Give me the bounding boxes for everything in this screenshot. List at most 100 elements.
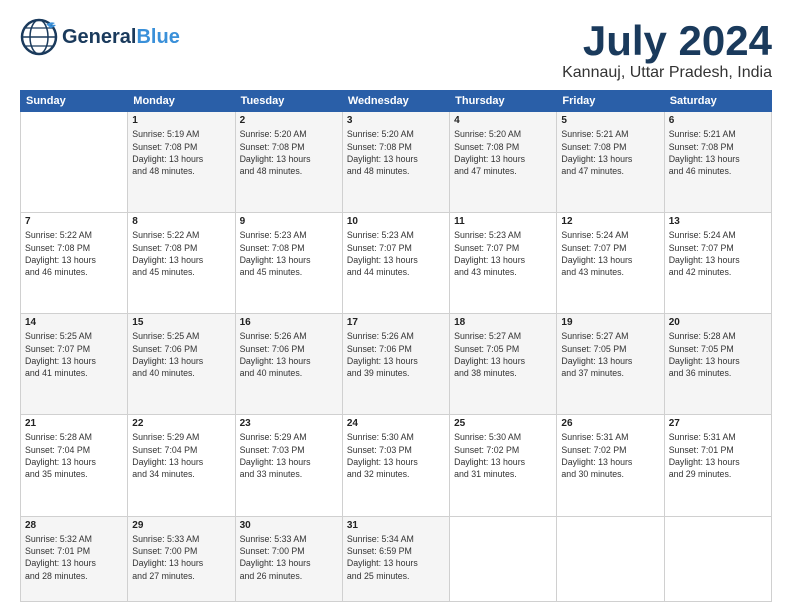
logo: GeneralBlue — [20, 18, 180, 56]
day-info: Sunrise: 5:21 AMSunset: 7:08 PMDaylight:… — [669, 128, 767, 177]
day-number: 5 — [561, 115, 659, 126]
day-info: Sunrise: 5:31 AMSunset: 7:02 PMDaylight:… — [561, 431, 659, 480]
calendar-cell: 30 Sunrise: 5:33 AMSunset: 7:00 PMDayligh… — [235, 516, 342, 601]
day-info: Sunrise: 5:33 AMSunset: 7:00 PMDaylight:… — [240, 533, 338, 582]
day-info: Sunrise: 5:29 AMSunset: 7:03 PMDaylight:… — [240, 431, 338, 480]
day-info: Sunrise: 5:34 AMSunset: 6:59 PMDaylight:… — [347, 533, 445, 582]
day-number: 11 — [454, 216, 552, 227]
calendar-day-header: Tuesday — [235, 91, 342, 112]
day-info: Sunrise: 5:19 AMSunset: 7:08 PMDaylight:… — [132, 128, 230, 177]
day-number: 26 — [561, 418, 659, 429]
day-number: 13 — [669, 216, 767, 227]
calendar-cell: 1Sunrise: 5:19 AMSunset: 7:08 PMDaylight… — [128, 112, 235, 213]
day-info: Sunrise: 5:33 AMSunset: 7:00 PMDaylight:… — [132, 533, 230, 582]
day-number: 19 — [561, 317, 659, 328]
calendar-day-header: Wednesday — [342, 91, 449, 112]
calendar-cell: 16 Sunrise: 5:26 AMSunset: 7:06 PMDayligh… — [235, 314, 342, 415]
day-number: 10 — [347, 216, 445, 227]
day-info: Sunrise: 5:27 AMSunset: 7:05 PMDaylight:… — [561, 330, 659, 379]
day-number: 17 — [347, 317, 445, 328]
calendar-cell: 25 Sunrise: 5:30 AMSunset: 7:02 PMDayligh… — [450, 415, 557, 516]
day-number: 3 — [347, 115, 445, 126]
calendar-cell: 8 Sunrise: 5:22 AMSunset: 7:08 PMDaylight… — [128, 213, 235, 314]
calendar-cell: 21Sunrise: 5:28 AMSunset: 7:04 PMDayligh… — [21, 415, 128, 516]
calendar-cell: 22 Sunrise: 5:29 AMSunset: 7:04 PMDayligh… — [128, 415, 235, 516]
calendar-week-row: 1Sunrise: 5:19 AMSunset: 7:08 PMDaylight… — [21, 112, 772, 213]
day-number: 25 — [454, 418, 552, 429]
day-number: 16 — [240, 317, 338, 328]
day-info: Sunrise: 5:23 AMSunset: 7:07 PMDaylight:… — [454, 229, 552, 278]
calendar-cell: 29 Sunrise: 5:33 AMSunset: 7:00 PMDayligh… — [128, 516, 235, 601]
calendar-day-header: Monday — [128, 91, 235, 112]
day-info: Sunrise: 5:24 AMSunset: 7:07 PMDaylight:… — [669, 229, 767, 278]
day-number: 8 — [132, 216, 230, 227]
day-number: 2 — [240, 115, 338, 126]
day-info: Sunrise: 5:24 AMSunset: 7:07 PMDaylight:… — [561, 229, 659, 278]
day-info: Sunrise: 5:25 AMSunset: 7:07 PMDaylight:… — [25, 330, 123, 379]
day-info: Sunrise: 5:30 AMSunset: 7:03 PMDaylight:… — [347, 431, 445, 480]
day-info: Sunrise: 5:26 AMSunset: 7:06 PMDaylight:… — [240, 330, 338, 379]
day-info: Sunrise: 5:20 AMSunset: 7:08 PMDaylight:… — [347, 128, 445, 177]
day-info: Sunrise: 5:26 AMSunset: 7:06 PMDaylight:… — [347, 330, 445, 379]
calendar-cell: 4Sunrise: 5:20 AMSunset: 7:08 PMDaylight… — [450, 112, 557, 213]
calendar-cell — [664, 516, 771, 601]
calendar-cell: 9 Sunrise: 5:23 AMSunset: 7:08 PMDaylight… — [235, 213, 342, 314]
calendar-week-row: 21Sunrise: 5:28 AMSunset: 7:04 PMDayligh… — [21, 415, 772, 516]
calendar-cell: 3 Sunrise: 5:20 AMSunset: 7:08 PMDaylight… — [342, 112, 449, 213]
calendar-cell: 15Sunrise: 5:25 AMSunset: 7:06 PMDayligh… — [128, 314, 235, 415]
day-info: Sunrise: 5:23 AMSunset: 7:08 PMDaylight:… — [240, 229, 338, 278]
calendar-header-row: SundayMondayTuesdayWednesdayThursdayFrid… — [21, 91, 772, 112]
calendar-cell: 12 Sunrise: 5:24 AMSunset: 7:07 PMDayligh… — [557, 213, 664, 314]
logo-globe-icon — [20, 18, 58, 56]
calendar-cell — [450, 516, 557, 601]
day-info: Sunrise: 5:29 AMSunset: 7:04 PMDaylight:… — [132, 431, 230, 480]
calendar-cell: 27Sunrise: 5:31 AMSunset: 7:01 PMDayligh… — [664, 415, 771, 516]
calendar-cell: 5 Sunrise: 5:21 AMSunset: 7:08 PMDaylight… — [557, 112, 664, 213]
calendar-cell: 13 Sunrise: 5:24 AMSunset: 7:07 PMDayligh… — [664, 213, 771, 314]
calendar-cell: 6Sunrise: 5:21 AMSunset: 7:08 PMDaylight… — [664, 112, 771, 213]
day-number: 18 — [454, 317, 552, 328]
location: Kannauj, Uttar Pradesh, India — [562, 64, 772, 82]
calendar-day-header: Thursday — [450, 91, 557, 112]
day-number: 24 — [347, 418, 445, 429]
calendar-cell: 11 Sunrise: 5:23 AMSunset: 7:07 PMDayligh… — [450, 213, 557, 314]
day-number: 12 — [561, 216, 659, 227]
day-number: 22 — [132, 418, 230, 429]
calendar-week-row: 28 Sunrise: 5:32 AMSunset: 7:01 PMDayligh… — [21, 516, 772, 601]
day-info: Sunrise: 5:30 AMSunset: 7:02 PMDaylight:… — [454, 431, 552, 480]
day-info: Sunrise: 5:27 AMSunset: 7:05 PMDaylight:… — [454, 330, 552, 379]
day-info: Sunrise: 5:28 AMSunset: 7:05 PMDaylight:… — [669, 330, 767, 379]
calendar-cell — [557, 516, 664, 601]
calendar-cell: 24 Sunrise: 5:30 AMSunset: 7:03 PMDayligh… — [342, 415, 449, 516]
day-info: Sunrise: 5:32 AMSunset: 7:01 PMDaylight:… — [25, 533, 123, 582]
day-info: Sunrise: 5:21 AMSunset: 7:08 PMDaylight:… — [561, 128, 659, 177]
calendar-cell: 31Sunrise: 5:34 AMSunset: 6:59 PMDayligh… — [342, 516, 449, 601]
day-number: 28 — [25, 520, 123, 531]
calendar-cell: 10 Sunrise: 5:23 AMSunset: 7:07 PMDayligh… — [342, 213, 449, 314]
day-number: 29 — [132, 520, 230, 531]
day-info: Sunrise: 5:23 AMSunset: 7:07 PMDaylight:… — [347, 229, 445, 278]
day-info: Sunrise: 5:22 AMSunset: 7:08 PMDaylight:… — [132, 229, 230, 278]
day-number: 15 — [132, 317, 230, 328]
calendar-cell: 17 Sunrise: 5:26 AMSunset: 7:06 PMDayligh… — [342, 314, 449, 415]
day-number: 21 — [25, 418, 123, 429]
calendar-cell: 18 Sunrise: 5:27 AMSunset: 7:05 PMDayligh… — [450, 314, 557, 415]
day-number: 20 — [669, 317, 767, 328]
day-number: 7 — [25, 216, 123, 227]
day-info: Sunrise: 5:22 AMSunset: 7:08 PMDaylight:… — [25, 229, 123, 278]
calendar-day-header: Sunday — [21, 91, 128, 112]
month-title: July 2024 — [562, 18, 772, 64]
day-number: 27 — [669, 418, 767, 429]
calendar-cell: 14 Sunrise: 5:25 AMSunset: 7:07 PMDayligh… — [21, 314, 128, 415]
calendar-day-header: Friday — [557, 91, 664, 112]
calendar-day-header: Saturday — [664, 91, 771, 112]
day-number: 30 — [240, 520, 338, 531]
calendar-cell — [21, 112, 128, 213]
day-number: 14 — [25, 317, 123, 328]
calendar-week-row: 7 Sunrise: 5:22 AMSunset: 7:08 PMDaylight… — [21, 213, 772, 314]
day-number: 23 — [240, 418, 338, 429]
day-number: 9 — [240, 216, 338, 227]
header-right: July 2024 Kannauj, Uttar Pradesh, India — [562, 18, 772, 82]
calendar-cell: 2Sunrise: 5:20 AMSunset: 7:08 PMDaylight… — [235, 112, 342, 213]
calendar-week-row: 14 Sunrise: 5:25 AMSunset: 7:07 PMDayligh… — [21, 314, 772, 415]
